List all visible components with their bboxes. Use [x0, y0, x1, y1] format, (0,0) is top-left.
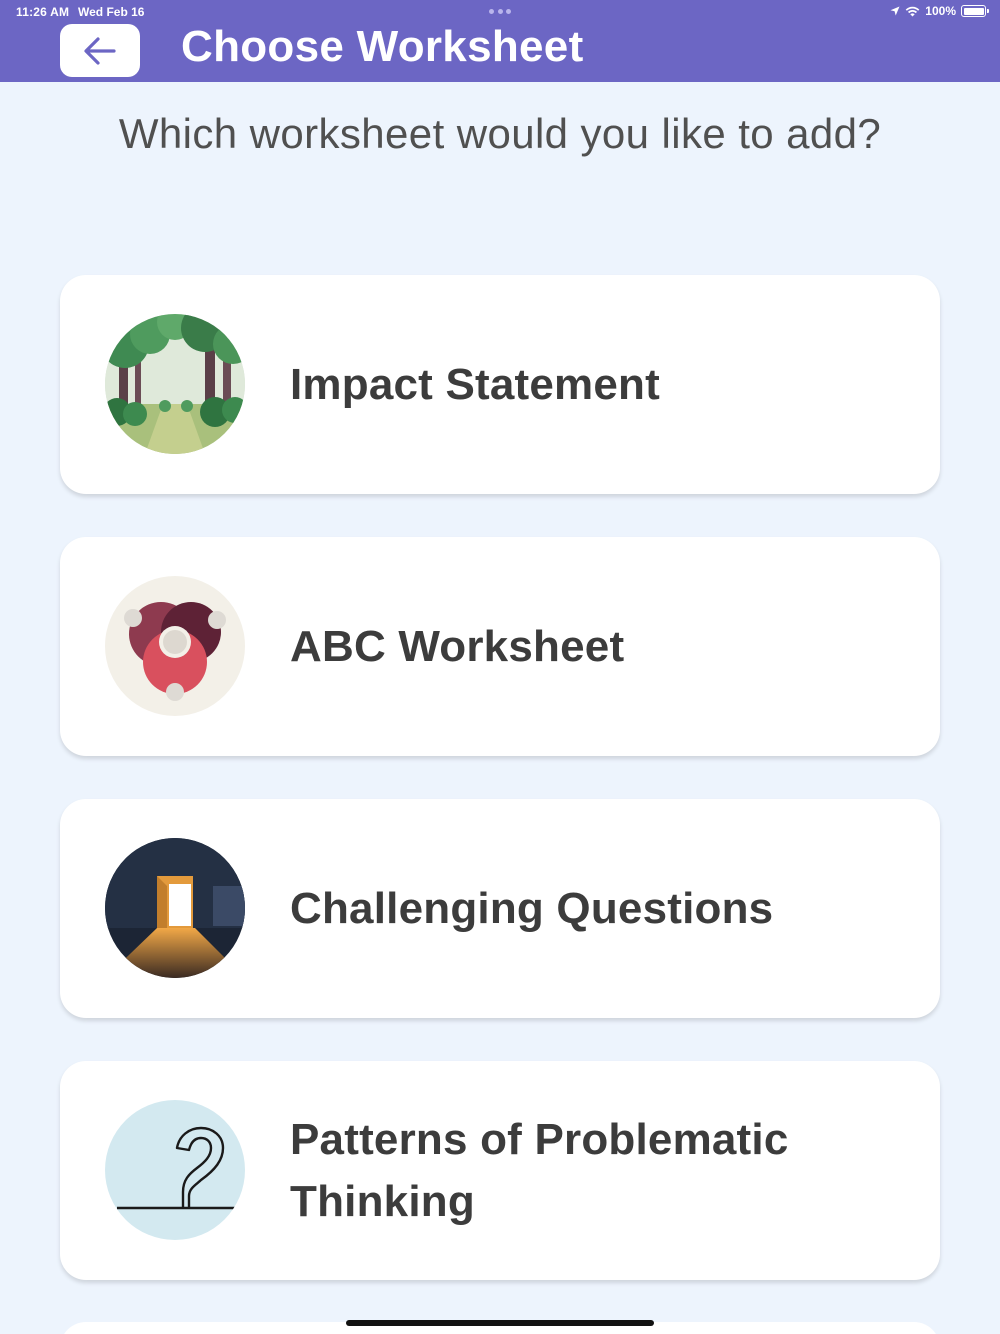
open-door-icon [105, 838, 245, 978]
arrow-left-icon [84, 36, 116, 65]
choose-worksheet-screen: 11:26 AM Wed Feb 16 100% Choose Workshee… [0, 0, 1000, 1334]
worksheet-card-patterns-of-problematic-thinking[interactable]: Patterns of Problematic Thinking [60, 1061, 940, 1280]
home-indicator[interactable] [346, 1320, 654, 1326]
worksheet-card-impact-statement[interactable]: Impact Statement [60, 275, 940, 494]
worksheet-prompt: Which worksheet would you like to add? [118, 110, 882, 157]
question-mark-icon [105, 1100, 245, 1240]
status-time: 11:26 AM [16, 5, 70, 19]
worksheet-label: Challenging Questions [290, 883, 774, 933]
worksheet-label: Impact Statement [290, 359, 660, 409]
wifi-icon [905, 6, 920, 16]
status-date: Wed Feb 16 [78, 5, 145, 19]
page-title: Choose Worksheet [181, 22, 584, 71]
forest-path-icon [105, 314, 245, 454]
back-button[interactable] [60, 24, 140, 77]
battery-icon [961, 5, 989, 17]
header-bar: 11:26 AM Wed Feb 16 100% Choose Workshee… [0, 0, 1000, 82]
worksheet-card-abc-worksheet[interactable]: ABC Worksheet [60, 537, 940, 756]
worksheet-card-challenging-questions[interactable]: Challenging Questions [60, 799, 940, 1018]
interlocking-circles-icon [105, 576, 245, 716]
location-arrow-icon [890, 6, 900, 16]
battery-percentage: 100% [925, 4, 956, 18]
multitasking-dots-icon[interactable] [489, 9, 511, 15]
status-indicators: 100% [890, 4, 989, 18]
worksheet-label: Patterns of Problematic Thinking [290, 1114, 789, 1226]
worksheet-label: ABC Worksheet [290, 621, 625, 671]
